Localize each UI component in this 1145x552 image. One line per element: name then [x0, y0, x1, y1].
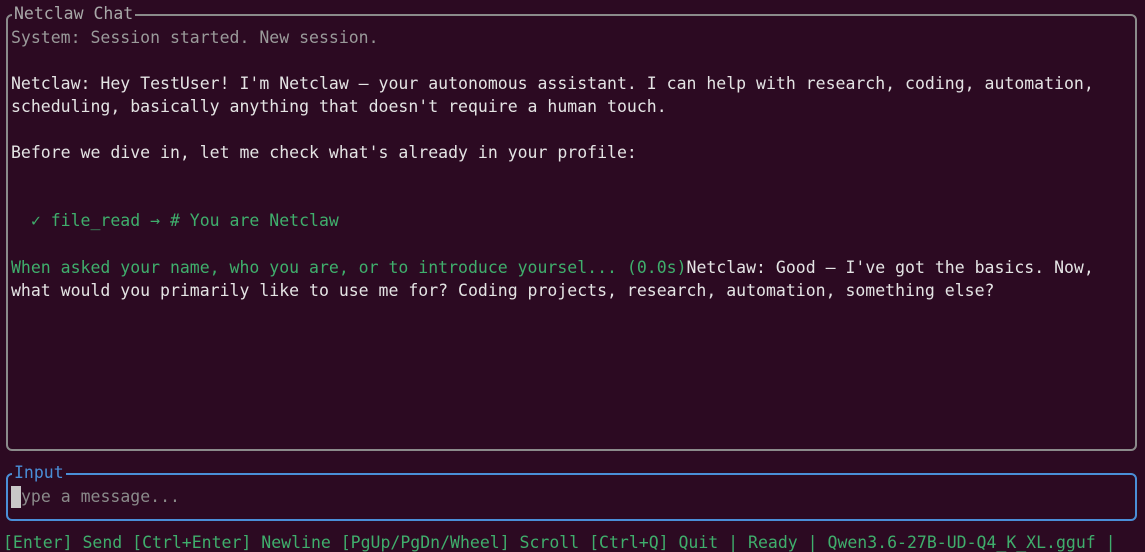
message-input-placeholder[interactable]: ype a message... [21, 485, 180, 508]
assistant-reply-start: Netclaw: Good — I've got the basics. Now… [686, 258, 1094, 277]
tool-call-line: ✓ file_read → # You are Netclaw [11, 211, 339, 230]
tool-result-and-reply-line: When asked your name, who you are, or to… [11, 256, 1094, 279]
chat-panel-title: Netclaw Chat [12, 4, 136, 24]
system-message: System: Session started. New session. [11, 28, 379, 47]
input-panel-title: Input [12, 463, 66, 483]
assistant-reply-line-2: what would you primarily like to use me … [11, 281, 995, 300]
text-cursor [11, 486, 21, 508]
assistant-message-line-2: scheduling, basically anything that does… [11, 97, 667, 116]
tool-result-text: When asked your name, who you are, or to… [11, 258, 687, 277]
assistant-message-line-3: Before we dive in, let me check what's a… [11, 143, 637, 162]
status-bar: [Enter] Send [Ctrl+Enter] Newline [PgUp/… [3, 533, 1116, 552]
assistant-message-line-1: Netclaw: Hey TestUser! I'm Netclaw — you… [11, 74, 1094, 93]
